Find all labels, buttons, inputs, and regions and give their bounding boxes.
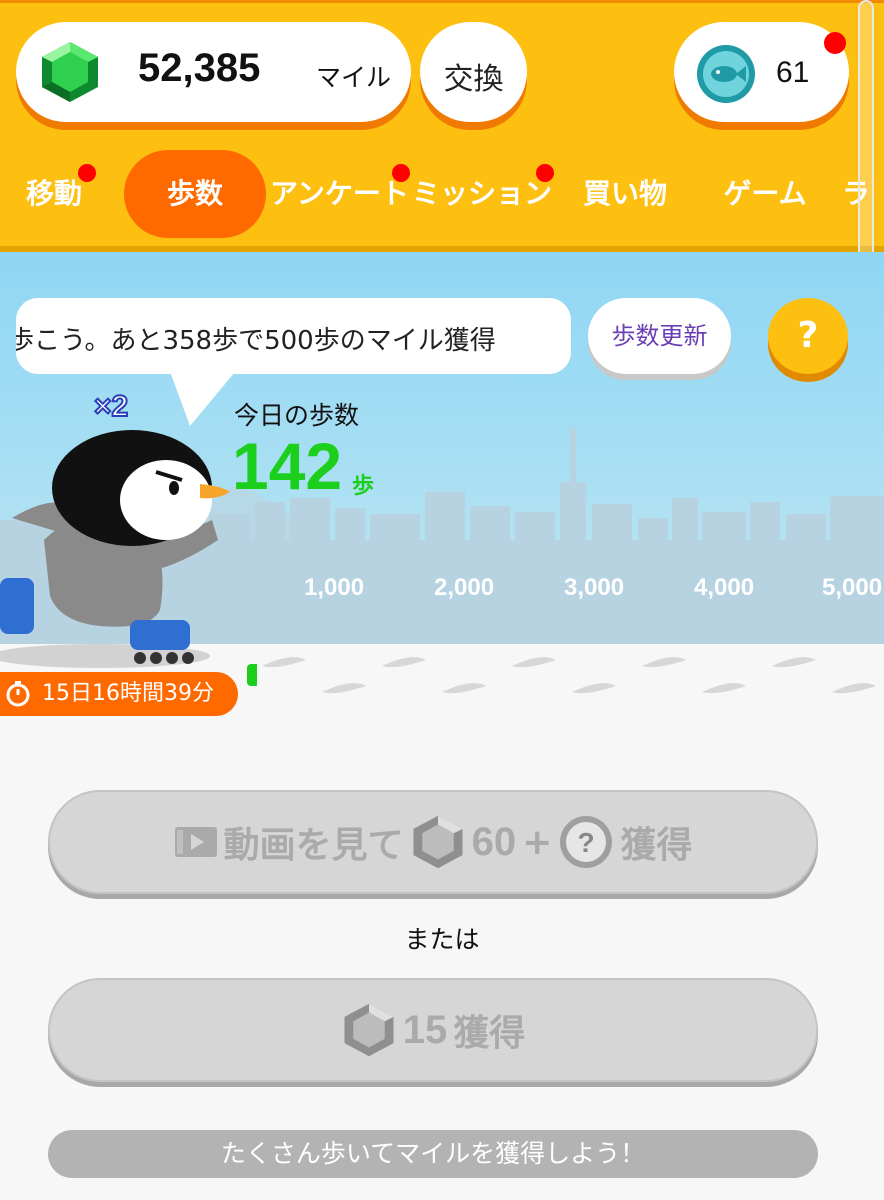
video-reward-amount: 60	[471, 819, 517, 864]
exchange-label: 交換	[443, 62, 504, 97]
tab-label: ゲーム	[723, 177, 807, 210]
tab-game[interactable]: ゲーム	[710, 150, 820, 238]
fish-coin-icon	[697, 45, 755, 103]
timer-badge: 15日16時間39分	[0, 672, 238, 716]
plus-sign: +	[522, 821, 553, 863]
earn-label: 獲得	[620, 825, 693, 866]
exchange-button[interactable]: 交換	[420, 22, 527, 122]
today-steps-label: 今日の歩数	[234, 401, 360, 430]
tab-mission[interactable]: ミッション	[412, 150, 554, 238]
step-count: 142	[232, 429, 343, 503]
tab-label: 買い物	[582, 177, 667, 210]
earn-miles-button[interactable]: 15 獲得	[48, 978, 818, 1082]
tab-move-badge	[78, 164, 96, 182]
timer-text: 15日16時間39分	[42, 681, 214, 706]
miles-value: 52,385	[138, 46, 261, 90]
penguin-mascot	[0, 430, 230, 668]
gem-icon	[344, 1003, 394, 1057]
help-button[interactable]: ?	[768, 298, 848, 374]
milestone-label: 1,000	[304, 574, 365, 601]
video-icon	[174, 827, 217, 857]
tab-label: 移動	[25, 177, 82, 210]
gem-icon	[42, 42, 98, 102]
watch-video-label: 動画を見て	[223, 825, 404, 866]
milestone-label: 4,000	[694, 574, 755, 601]
tab-shopping[interactable]: 買い物	[570, 150, 680, 238]
tab-label: アンケート	[270, 177, 409, 210]
speech-bubble: 歩こう。あと358歩で500歩のマイル獲得	[16, 298, 571, 374]
svg-text:?: ?	[578, 827, 595, 858]
milestone-label: 2,000	[434, 574, 495, 601]
tab-mission-badge	[536, 164, 554, 182]
tab-steps[interactable]: 歩数	[124, 150, 266, 238]
miles-balance[interactable]: 52,385 マイル	[16, 22, 411, 122]
gem-icon	[413, 815, 463, 869]
step-unit: 歩	[352, 474, 375, 499]
miles-unit: マイル	[316, 63, 392, 92]
multiplier-badge: ×2	[93, 389, 129, 424]
tab-survey[interactable]: アンケート	[270, 150, 410, 238]
update-steps-button[interactable]: 歩数更新	[588, 298, 731, 374]
coin-notification-dot	[824, 32, 846, 54]
progress-indicator	[247, 664, 257, 686]
coin-balance[interactable]: 61	[674, 22, 849, 122]
coin-count: 61	[776, 56, 810, 89]
tab-survey-badge	[392, 164, 410, 182]
earn-label: 獲得	[453, 1013, 526, 1054]
milestone-label: 3,000	[564, 574, 625, 601]
tab-move[interactable]: 移動	[6, 150, 102, 238]
or-text: または	[404, 925, 480, 954]
watch-video-button[interactable]: 動画を見て 60 + ? 獲得	[48, 790, 818, 894]
tab-label: 歩数	[166, 177, 223, 210]
tab-label: ミッション	[412, 177, 553, 210]
category-tabs: 移動 歩数 アンケート ミッション 買い物 ゲーム ラ	[0, 150, 884, 242]
info-banner: たくさん歩いてマイルを獲得しよう！	[48, 1130, 818, 1178]
speech-bubble-tail	[168, 366, 240, 426]
milestone-label: 5,000	[822, 574, 883, 601]
bubble-message: 歩こう。あと358歩で500歩のマイル獲得	[16, 326, 496, 356]
stopwatch-icon	[6, 681, 30, 707]
mystery-reward-icon: ?	[560, 816, 613, 868]
earn-amount: 15	[402, 1007, 448, 1052]
